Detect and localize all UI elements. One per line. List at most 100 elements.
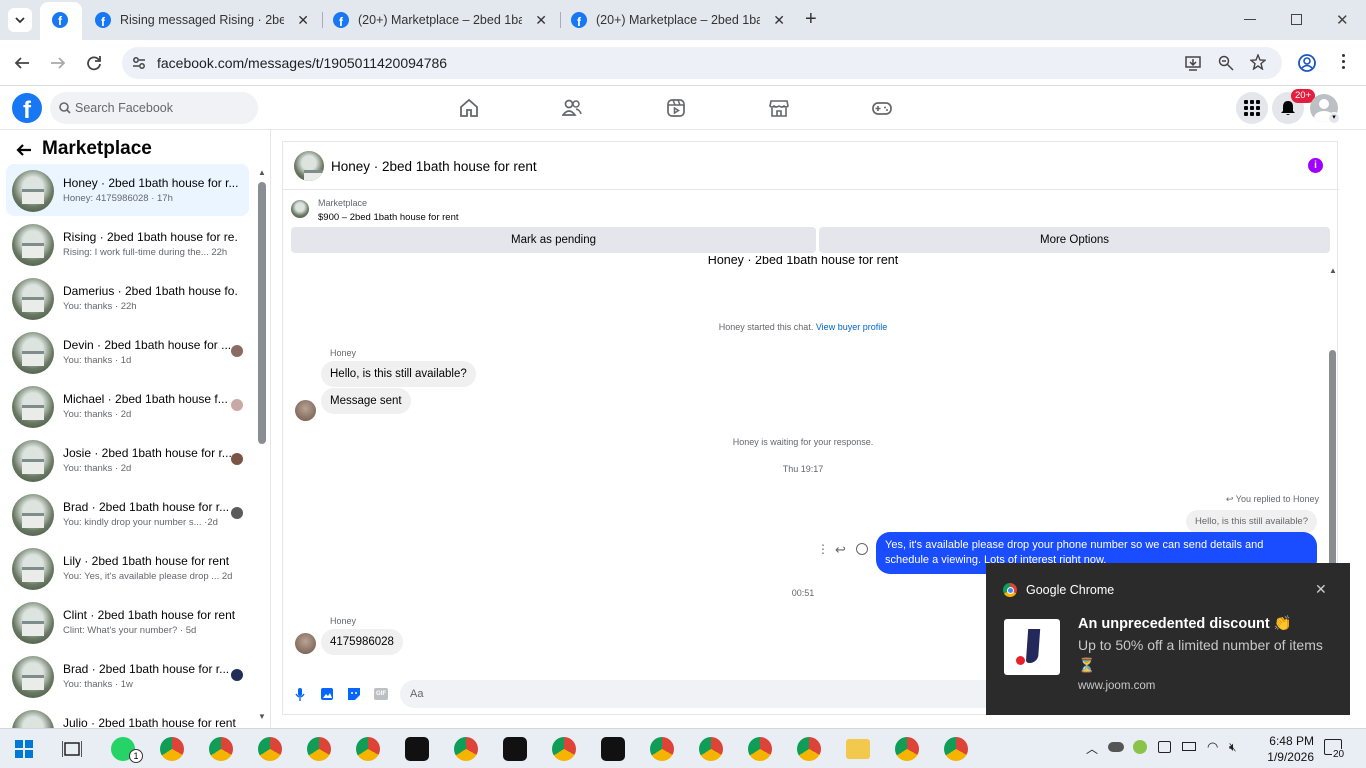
listing-price[interactable]: $900 – 2bed 1bath house for rent <box>318 212 459 223</box>
bookmark-star-icon[interactable] <box>1250 54 1266 70</box>
chrome-profile-icon[interactable] <box>160 737 184 761</box>
close-tab-icon[interactable]: ✕ <box>773 13 785 27</box>
conversation-item[interactable]: Lily · 2bed 1bath house for rent You: Ye… <box>6 542 249 594</box>
site-info-icon[interactable] <box>132 56 146 70</box>
conversation-item[interactable]: Devin · 2bed 1bath house for ... You: th… <box>6 326 249 378</box>
chrome-profile-icon[interactable] <box>699 737 723 761</box>
restore-button[interactable] <box>1291 14 1302 25</box>
new-tab-button[interactable]: + <box>805 9 817 29</box>
minimize-button[interactable] <box>1244 19 1256 20</box>
conversation-item[interactable]: Julio · 2bed 1bath house for rent <box>6 704 249 728</box>
microphone-icon[interactable] <box>294 688 306 702</box>
search-input[interactable]: Search Facebook <box>50 92 258 124</box>
install-app-icon[interactable] <box>1185 55 1201 71</box>
listing-avatar[interactable] <box>294 151 324 181</box>
gaming-icon[interactable] <box>872 98 892 118</box>
chrome-notification[interactable]: Google Chrome ✕ An unprecedented discoun… <box>986 563 1350 715</box>
clock-date: 1/9/2026 <box>1267 750 1314 764</box>
more-options-button[interactable]: More Options <box>819 227 1330 253</box>
omnibox[interactable]: facebook.com/messages/t/1905011420094786 <box>122 47 1282 79</box>
chrome-profile-icon[interactable] <box>895 737 919 761</box>
chrome-profile-icon[interactable] <box>650 737 674 761</box>
tab-search-button[interactable] <box>8 8 32 32</box>
conversation-item[interactable]: Josie · 2bed 1bath house for r... You: t… <box>6 434 249 486</box>
more-actions-icon[interactable]: ⋮ <box>817 542 829 556</box>
honey-avatar[interactable] <box>295 633 316 654</box>
conversation-item[interactable]: Michael · 2bed 1bath house f... You: tha… <box>6 380 249 432</box>
seen-avatar <box>231 507 243 519</box>
conversation-item[interactable]: Rising · 2bed 1bath house for re... Risi… <box>6 218 249 270</box>
chat-title[interactable]: Honey · 2bed 1bath house for rent <box>331 159 537 174</box>
back-arrow-icon[interactable] <box>14 55 30 71</box>
tab-2[interactable]: f (20+) Marketplace – 2bed 1batl ✕ <box>323 0 559 40</box>
capcut-icon[interactable] <box>601 737 625 761</box>
chrome-profile-icon[interactable] <box>209 737 233 761</box>
message-bubble[interactable]: Message sent <box>321 388 411 414</box>
info-icon[interactable]: i <box>1308 158 1323 173</box>
menu-button[interactable] <box>1236 92 1268 124</box>
tab-1[interactable]: f Rising messaged Rising · 2bed 1 ✕ <box>85 0 321 40</box>
scroll-up-arrow[interactable]: ▲ <box>1329 266 1337 275</box>
onedrive-icon[interactable] <box>1108 742 1124 752</box>
profile-icon[interactable] <box>1298 54 1316 72</box>
friends-icon[interactable] <box>562 98 582 118</box>
view-buyer-profile-link[interactable]: View buyer profile <box>816 322 887 332</box>
volume-icon[interactable]: 🔇︎ <box>1229 740 1237 755</box>
react-emoji-icon[interactable] <box>856 543 868 555</box>
close-window-button[interactable]: ✕ <box>1336 11 1349 29</box>
honey-avatar[interactable] <box>295 400 316 421</box>
browser-menu-icon[interactable] <box>1342 54 1346 72</box>
conversation-item[interactable]: Clint · 2bed 1bath house for rent Clint:… <box>6 596 249 648</box>
reload-icon[interactable] <box>86 55 102 71</box>
chrome-profile-icon[interactable] <box>356 737 380 761</box>
message-input[interactable]: Aa <box>400 680 1020 708</box>
message-bubble[interactable]: 4175986028 <box>321 629 403 655</box>
conversation-item[interactable]: Damerius · 2bed 1bath house fo... You: t… <box>6 272 249 324</box>
clock[interactable]: 6:48 PM 1/9/2026 <box>1267 733 1314 765</box>
conversation-item[interactable]: Honey · 2bed 1bath house for r... Honey:… <box>6 164 249 216</box>
sidebar-scrollbar[interactable] <box>258 182 266 444</box>
reply-icon[interactable]: ↩ <box>835 542 846 558</box>
close-tab-icon[interactable]: ✕ <box>535 13 547 27</box>
chrome-profile-icon[interactable] <box>454 737 478 761</box>
url-text[interactable]: facebook.com/messages/t/1905011420094786 <box>157 55 447 71</box>
meet-now-icon[interactable] <box>1158 741 1171 753</box>
mark-pending-button[interactable]: Mark as pending <box>291 227 816 253</box>
chrome-profile-icon[interactable] <box>748 737 772 761</box>
sticker-icon[interactable] <box>347 687 361 701</box>
chevron-down-icon[interactable]: ▾ <box>1328 112 1340 124</box>
chrome-profile-icon[interactable] <box>307 737 331 761</box>
chrome-profile-icon[interactable] <box>797 737 821 761</box>
close-tab-icon[interactable]: ✕ <box>297 13 309 27</box>
home-icon[interactable] <box>459 98 479 118</box>
quoted-message[interactable]: Hello, is this still available? <box>1186 510 1317 533</box>
file-explorer-icon[interactable] <box>846 739 870 759</box>
scroll-down-arrow[interactable]: ▼ <box>258 712 266 721</box>
task-view-icon[interactable] <box>62 740 82 758</box>
tab-3[interactable]: f (20+) Marketplace – 2bed 1batl ✕ <box>561 0 797 40</box>
chrome-profile-icon[interactable] <box>944 737 968 761</box>
battery-icon[interactable] <box>1182 742 1196 751</box>
forward-arrow-icon[interactable] <box>50 55 66 71</box>
chrome-icon[interactable] <box>258 737 282 761</box>
marketplace-icon[interactable] <box>769 98 789 118</box>
capcut-icon[interactable] <box>503 737 527 761</box>
facebook-logo[interactable]: f <box>12 93 42 123</box>
conversation-item[interactable]: Brad · 2bed 1bath house for r... You: th… <box>6 650 249 702</box>
message-bubble[interactable]: Hello, is this still available? <box>321 361 476 387</box>
capcut-icon[interactable] <box>405 737 429 761</box>
tab-active[interactable]: f <box>40 2 82 40</box>
windows-start-icon[interactable] <box>15 740 33 758</box>
back-arrow-icon[interactable] <box>16 142 32 158</box>
tray-chevron-up-icon[interactable]: ︿ <box>1086 740 1098 757</box>
photo-icon[interactable] <box>320 687 334 701</box>
tray-app-icon[interactable] <box>1133 740 1147 754</box>
close-icon[interactable]: ✕ <box>1315 581 1327 598</box>
zoom-icon[interactable] <box>1218 55 1234 71</box>
chrome-profile-icon[interactable] <box>552 737 576 761</box>
wifi-icon[interactable]: ◠ <box>1207 739 1218 755</box>
conversation-item[interactable]: Brad · 2bed 1bath house for r... You: ki… <box>6 488 249 540</box>
video-icon[interactable] <box>666 98 686 118</box>
scroll-up-arrow[interactable]: ▲ <box>258 168 266 177</box>
gif-icon[interactable]: GIF <box>374 688 388 700</box>
